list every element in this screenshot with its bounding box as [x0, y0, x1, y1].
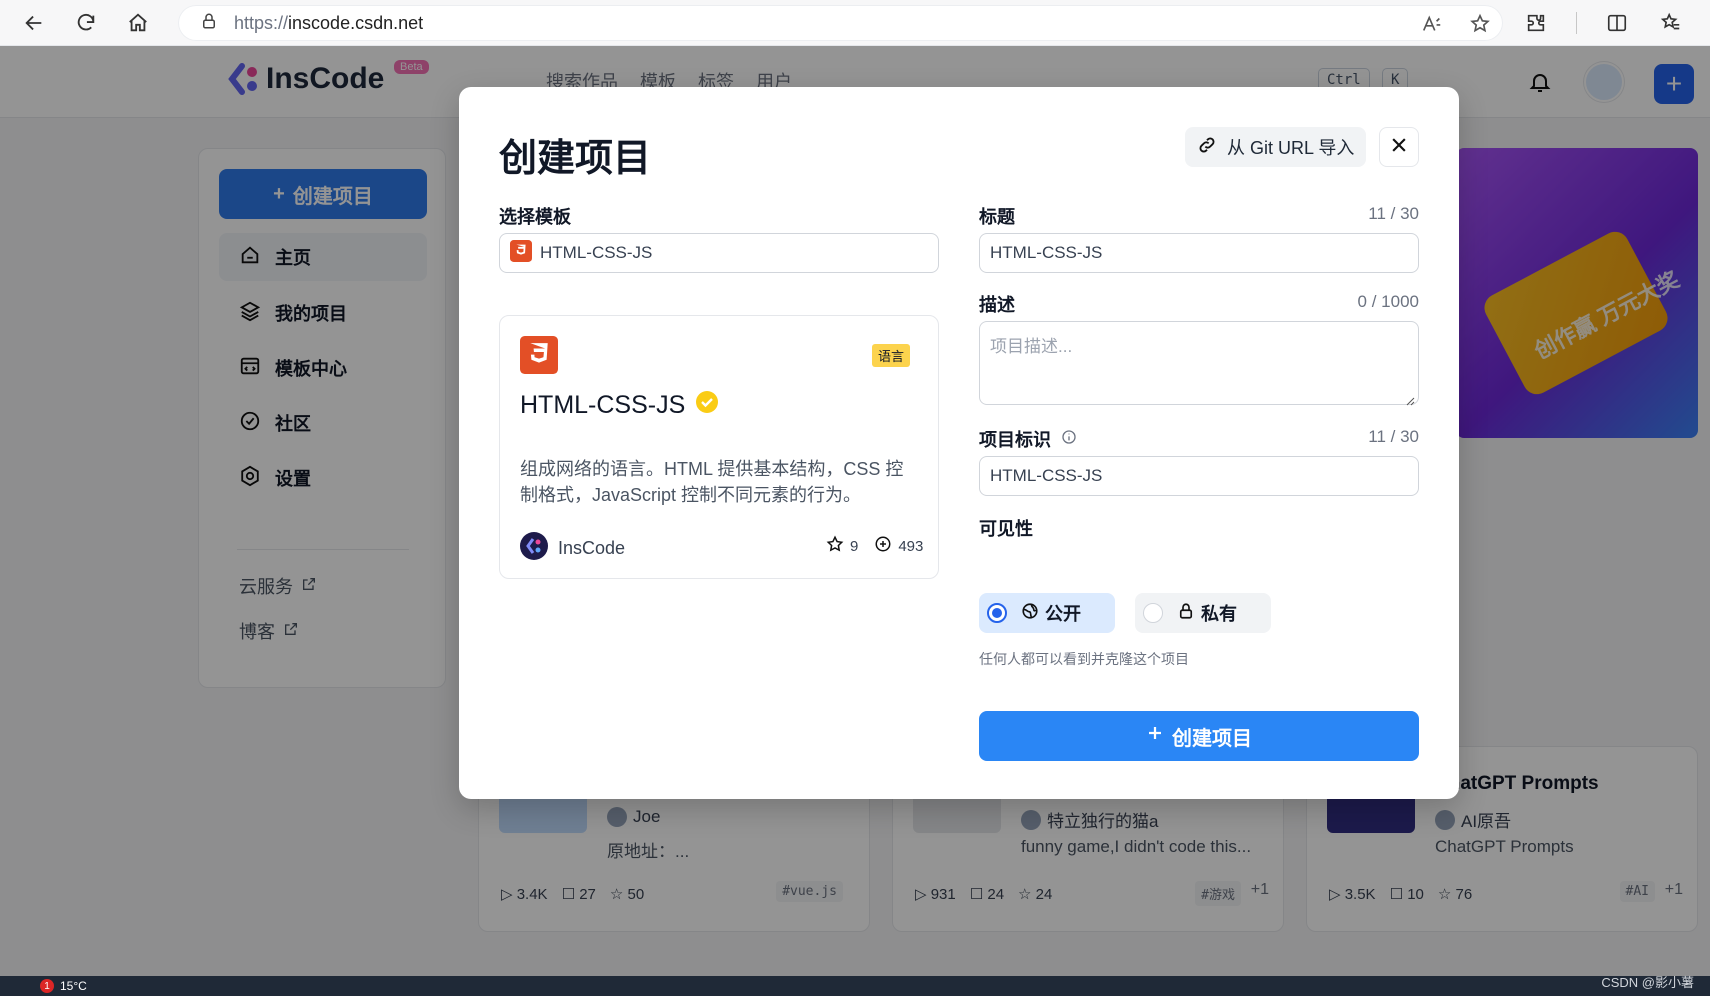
html5-icon	[520, 336, 558, 379]
inscode-avatar-icon	[520, 532, 548, 565]
template-category-badge: 语言	[872, 344, 911, 367]
title-input[interactable]: HTML-CSS-JS	[979, 233, 1419, 273]
extensions-icon[interactable]	[1522, 9, 1550, 37]
identifier-input[interactable]: HTML-CSS-JS	[979, 456, 1419, 496]
resize-handle-icon[interactable]	[1405, 391, 1415, 406]
fork-count: 493	[898, 537, 924, 555]
address-bar[interactable]: https://inscode.csdn.net	[178, 5, 1503, 41]
template-card[interactable]: 语言 HTML-CSS-JS 组成网络的语言。HTML 提供基本结构，CSS 控…	[499, 315, 939, 579]
html5-icon	[510, 239, 532, 267]
plus-icon	[1146, 724, 1164, 748]
title-input-value: HTML-CSS-JS	[990, 243, 1103, 262]
lock-icon	[1177, 602, 1195, 625]
visibility-public-option[interactable]: 公开	[979, 593, 1115, 633]
identifier-counter: 11 / 30	[1368, 427, 1419, 446]
link-icon	[1197, 135, 1217, 160]
favorites-icon[interactable]	[1657, 9, 1685, 37]
template-label: 选择模板	[499, 207, 571, 227]
create-project-modal: 创建项目 从 Git URL 导入 选择模板 HTML-CSS-JS 语言 HT…	[459, 87, 1459, 799]
notification-badge: 1	[40, 979, 54, 993]
toolbar-divider	[1576, 12, 1577, 34]
identifier-label: 项目标识	[979, 426, 1077, 452]
star-icon	[826, 535, 844, 557]
star-count: 9	[850, 537, 859, 555]
template-name: HTML-CSS-JS	[520, 390, 719, 421]
title-counter: 11 / 30	[1368, 204, 1419, 223]
visibility-public-text: 公开	[1021, 600, 1081, 626]
read-aloud-icon[interactable]	[1421, 13, 1443, 40]
watermark-text: CSDN @影小薯	[1601, 975, 1694, 990]
template-stats: 9 493	[826, 535, 923, 557]
create-project-label: 创建项目	[1172, 727, 1252, 750]
template-select[interactable]: HTML-CSS-JS	[499, 233, 939, 273]
description-label: 描述	[979, 295, 1015, 315]
fork-icon	[874, 535, 892, 557]
globe-icon	[1021, 602, 1039, 625]
create-project-button[interactable]: 创建项目	[979, 711, 1419, 761]
template-description: 组成网络的语言。HTML 提供基本结构，CSS 控制格式，JavaScript …	[520, 459, 904, 505]
back-icon[interactable]	[22, 11, 46, 35]
title-label: 标题	[979, 207, 1015, 227]
git-import-button[interactable]: 从 Git URL 导入	[1185, 127, 1367, 167]
visibility-private-text: 私有	[1177, 600, 1237, 626]
template-author: InsCode	[520, 532, 625, 565]
visibility-label: 可见性	[979, 519, 1033, 539]
url-text: https://inscode.csdn.net	[234, 12, 424, 33]
template-select-value: HTML-CSS-JS	[540, 243, 653, 262]
visibility-private-option[interactable]: 私有	[1135, 593, 1271, 633]
description-textarea[interactable]: 项目描述...	[979, 321, 1419, 406]
git-import-label: 从 Git URL 导入	[1227, 138, 1355, 158]
weather-temp: 15°C	[60, 979, 87, 993]
refresh-icon[interactable]	[74, 11, 98, 35]
identifier-input-value: HTML-CSS-JS	[990, 466, 1103, 485]
weather-widget[interactable]: 1 15°C	[40, 979, 87, 993]
home-icon[interactable]	[126, 11, 150, 35]
info-icon[interactable]	[1061, 429, 1077, 450]
modal-title: 创建项目	[499, 138, 652, 180]
favorite-add-icon[interactable]	[1469, 13, 1491, 40]
close-icon	[1389, 135, 1409, 160]
visibility-public-radio[interactable]	[987, 603, 1007, 623]
visibility-hint: 任何人都可以看到并克隆这个项目	[979, 651, 1189, 667]
browser-toolbar: https://inscode.csdn.net	[0, 0, 1710, 46]
close-button[interactable]	[1379, 127, 1419, 167]
lock-icon	[200, 12, 218, 35]
split-screen-icon[interactable]	[1603, 9, 1631, 37]
visibility-private-radio[interactable]	[1143, 603, 1163, 623]
description-placeholder: 项目描述...	[990, 337, 1073, 356]
verified-icon	[695, 390, 719, 421]
os-taskbar: 1 15°C	[0, 976, 1710, 996]
description-counter: 0 / 1000	[1357, 292, 1419, 311]
